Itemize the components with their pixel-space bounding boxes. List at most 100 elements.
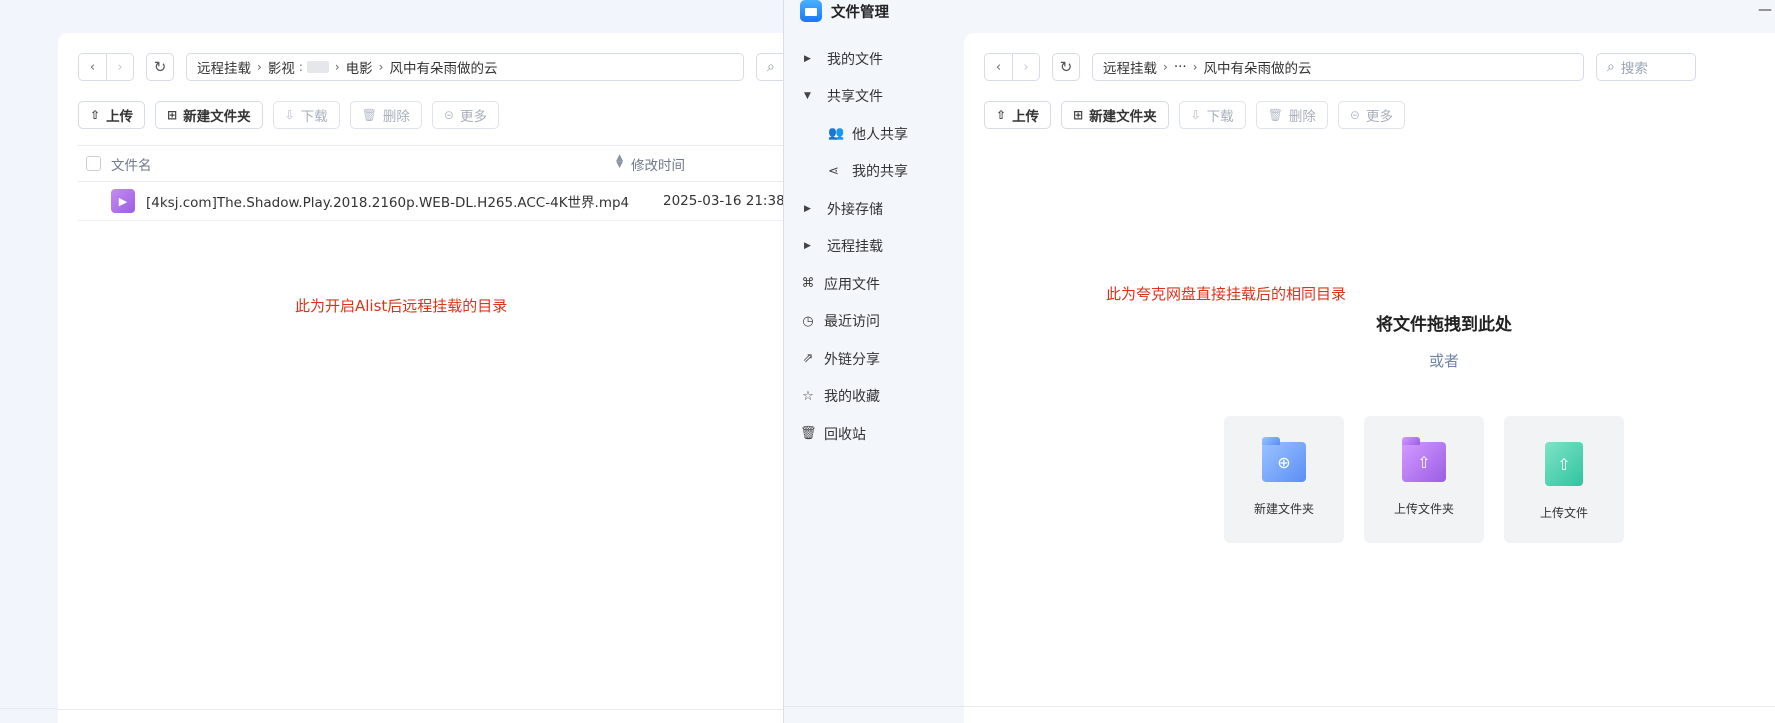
delete-button[interactable]: 🗑 删除	[349, 101, 422, 129]
minimize-button[interactable]: —	[1758, 2, 1772, 18]
delete-label: 删除	[1288, 109, 1316, 125]
sidebar-item-label: 共享文件	[827, 89, 883, 106]
search-icon: ⌕	[767, 59, 775, 75]
forward-button[interactable]: ›	[106, 54, 133, 80]
sidebar-item-app-files[interactable]: ⌘ 应用文件	[784, 265, 964, 303]
external-link-icon: ⇗	[802, 351, 814, 367]
sidebar-item-external-links[interactable]: ⇗ 外链分享	[784, 340, 964, 378]
right-status-bar	[964, 706, 1775, 723]
breadcrumb-separator-icon: ›	[257, 60, 262, 74]
sidebar-item-label: 我的共享	[852, 164, 908, 181]
delete-button[interactable]: 🗑 删除	[1255, 101, 1328, 129]
new-folder-button[interactable]: ⊞ 新建文件夹	[155, 101, 263, 129]
breadcrumb-ellipsis[interactable]: ···	[1174, 59, 1187, 75]
file-modified-time: 2025-03-16 21:38	[663, 193, 785, 209]
download-icon: ⇩	[1190, 108, 1201, 122]
breadcrumb-separator-icon: ›	[378, 60, 384, 74]
sidebar-item-recycle-bin[interactable]: 🗑 回收站	[784, 415, 964, 453]
new-folder-card[interactable]: ⊕ 新建文件夹	[1224, 416, 1344, 543]
column-header-name[interactable]: 文件名 ▲ ▼	[111, 153, 631, 174]
sidebar-item-shared-with-me[interactable]: 👥 他人共享	[784, 115, 964, 153]
sidebar-item-favorites[interactable]: ☆ 我的收藏	[784, 378, 964, 416]
download-button[interactable]: ⇩ 下载	[272, 101, 340, 129]
breadcrumb-item[interactable]: 风中有朵雨做的云	[389, 57, 497, 77]
upload-folder-card[interactable]: ⇧ 上传文件夹	[1364, 416, 1484, 543]
search-icon: ⌕	[1607, 59, 1615, 75]
forward-button[interactable]: ›	[1012, 54, 1039, 80]
sidebar-item-label: 应用文件	[824, 276, 880, 293]
left-breadcrumb[interactable]: 远程挂载 › 影视 : › 电影 › 风中有朵雨做的云	[186, 53, 744, 81]
upload-button[interactable]: ⇧ 上传	[78, 101, 146, 129]
caret-right-icon: ▶	[804, 241, 811, 252]
sidebar-item-label: 他人共享	[852, 126, 908, 143]
new-folder-button[interactable]: ⊞ 新建文件夹	[1061, 101, 1169, 129]
share-icon: ⋖	[828, 163, 839, 179]
annotation-left: 此为开启Alist后远程挂载的目录	[295, 297, 508, 315]
breadcrumb-separator-icon: :	[298, 60, 303, 74]
sidebar-item-label: 回收站	[824, 426, 866, 443]
delete-label: 删除	[382, 109, 410, 125]
breadcrumb-item[interactable]: 影视	[268, 57, 295, 77]
apps-icon: ⌘	[801, 276, 815, 292]
more-button[interactable]: ⊝ 更多	[1337, 101, 1405, 129]
upload-file-card[interactable]: ⇧ 上传文件	[1504, 416, 1624, 543]
trash-icon: 🗑	[361, 108, 377, 122]
refresh-icon: ↻	[153, 58, 167, 76]
back-button[interactable]: ‹	[985, 54, 1012, 80]
card-label: 上传文件	[1539, 506, 1588, 520]
sidebar-item-label: 外链分享	[824, 351, 880, 368]
card-label: 新建文件夹	[1253, 502, 1314, 516]
new-folder-label: 新建文件夹	[183, 109, 251, 125]
breadcrumb-item[interactable]: 电影	[346, 57, 373, 77]
drop-zone-title: 将文件拖拽到此处	[1376, 315, 1512, 335]
sidebar-item-my-shares[interactable]: ⋖ 我的共享	[784, 153, 964, 191]
right-breadcrumb[interactable]: 远程挂载 › ··· › 风中有朵雨做的云	[1092, 53, 1584, 81]
breadcrumb-separator-icon: ›	[1163, 60, 1168, 74]
column-name-label: 文件名	[111, 157, 152, 174]
breadcrumb-item[interactable]: 风中有朵雨做的云	[1204, 57, 1312, 77]
folder-app-icon	[800, 0, 822, 22]
drop-zone-or: 或者	[1428, 352, 1459, 370]
sidebar-item-label: 我的文件	[827, 51, 883, 68]
trash-icon: 🗑	[1267, 108, 1283, 122]
sidebar-item-shared-files[interactable]: ▼ 共享文件	[784, 78, 964, 116]
sidebar-item-my-files[interactable]: ▶ 我的文件	[784, 40, 964, 78]
new-folder-icon: ⊞	[167, 108, 178, 122]
more-button[interactable]: ⊝ 更多	[431, 101, 499, 129]
trash-icon: 🗑	[800, 426, 817, 442]
right-search-input[interactable]: ⌕ 搜索	[1596, 53, 1696, 81]
upload-button[interactable]: ⇧ 上传	[984, 101, 1052, 129]
sidebar-item-recent[interactable]: ◷ 最近访问	[784, 303, 964, 341]
chevron-right-icon: ›	[1023, 59, 1029, 75]
refresh-button[interactable]: ↻	[1052, 53, 1080, 81]
upload-file-icon: ⇧	[1545, 442, 1583, 486]
chevron-left-icon: ‹	[89, 59, 96, 75]
new-folder-icon: ⊞	[1073, 108, 1084, 122]
upload-label: 上传	[106, 109, 134, 125]
select-all-checkbox[interactable]	[86, 156, 101, 171]
caret-down-icon: ▼	[804, 91, 811, 102]
sidebar-item-external-storage[interactable]: ▶ 外接存储	[784, 190, 964, 228]
breadcrumb-item[interactable]: 远程挂载	[1103, 57, 1157, 77]
sort-icon[interactable]: ▲ ▼	[616, 153, 623, 169]
upload-label: 上传	[1012, 109, 1040, 125]
sidebar-item-label: 最近访问	[824, 314, 880, 331]
sidebar: ▶ 我的文件 ▼ 共享文件 👥 他人共享 ⋖ 我的共享 ▶ 外接存储 ▶ 远程挂载 ⌘ 应用文…	[784, 40, 964, 453]
breadcrumb-item[interactable]: 远程挂载	[197, 57, 251, 77]
column-header-modified[interactable]: 修改时间	[631, 154, 685, 174]
more-icon: ⊝	[443, 108, 454, 122]
file-name[interactable]: [4ksj.com]The.Shadow.Play.2018.2160p.WEB…	[146, 191, 663, 211]
download-button[interactable]: ⇩ 下载	[1178, 101, 1246, 129]
blurred-breadcrumb-item	[306, 61, 329, 73]
new-folder-icon: ⊕	[1262, 437, 1306, 482]
table-row[interactable]: ▶ [4ksj.com]The.Shadow.Play.2018.2160p.W…	[78, 182, 788, 221]
back-button[interactable]: ‹	[79, 54, 106, 80]
app-title: 文件管理	[831, 4, 889, 21]
star-icon: ☆	[802, 388, 814, 404]
quick-actions: ⊕ 新建文件夹 ⇧ 上传文件夹 ⇧ 上传文件	[1224, 416, 1624, 543]
sidebar-item-remote-mount[interactable]: ▶ 远程挂载	[784, 228, 964, 266]
download-icon: ⇩	[284, 108, 295, 122]
new-folder-label: 新建文件夹	[1089, 109, 1157, 125]
upload-folder-icon: ⇧	[1402, 437, 1446, 482]
refresh-button[interactable]: ↻	[146, 53, 174, 81]
